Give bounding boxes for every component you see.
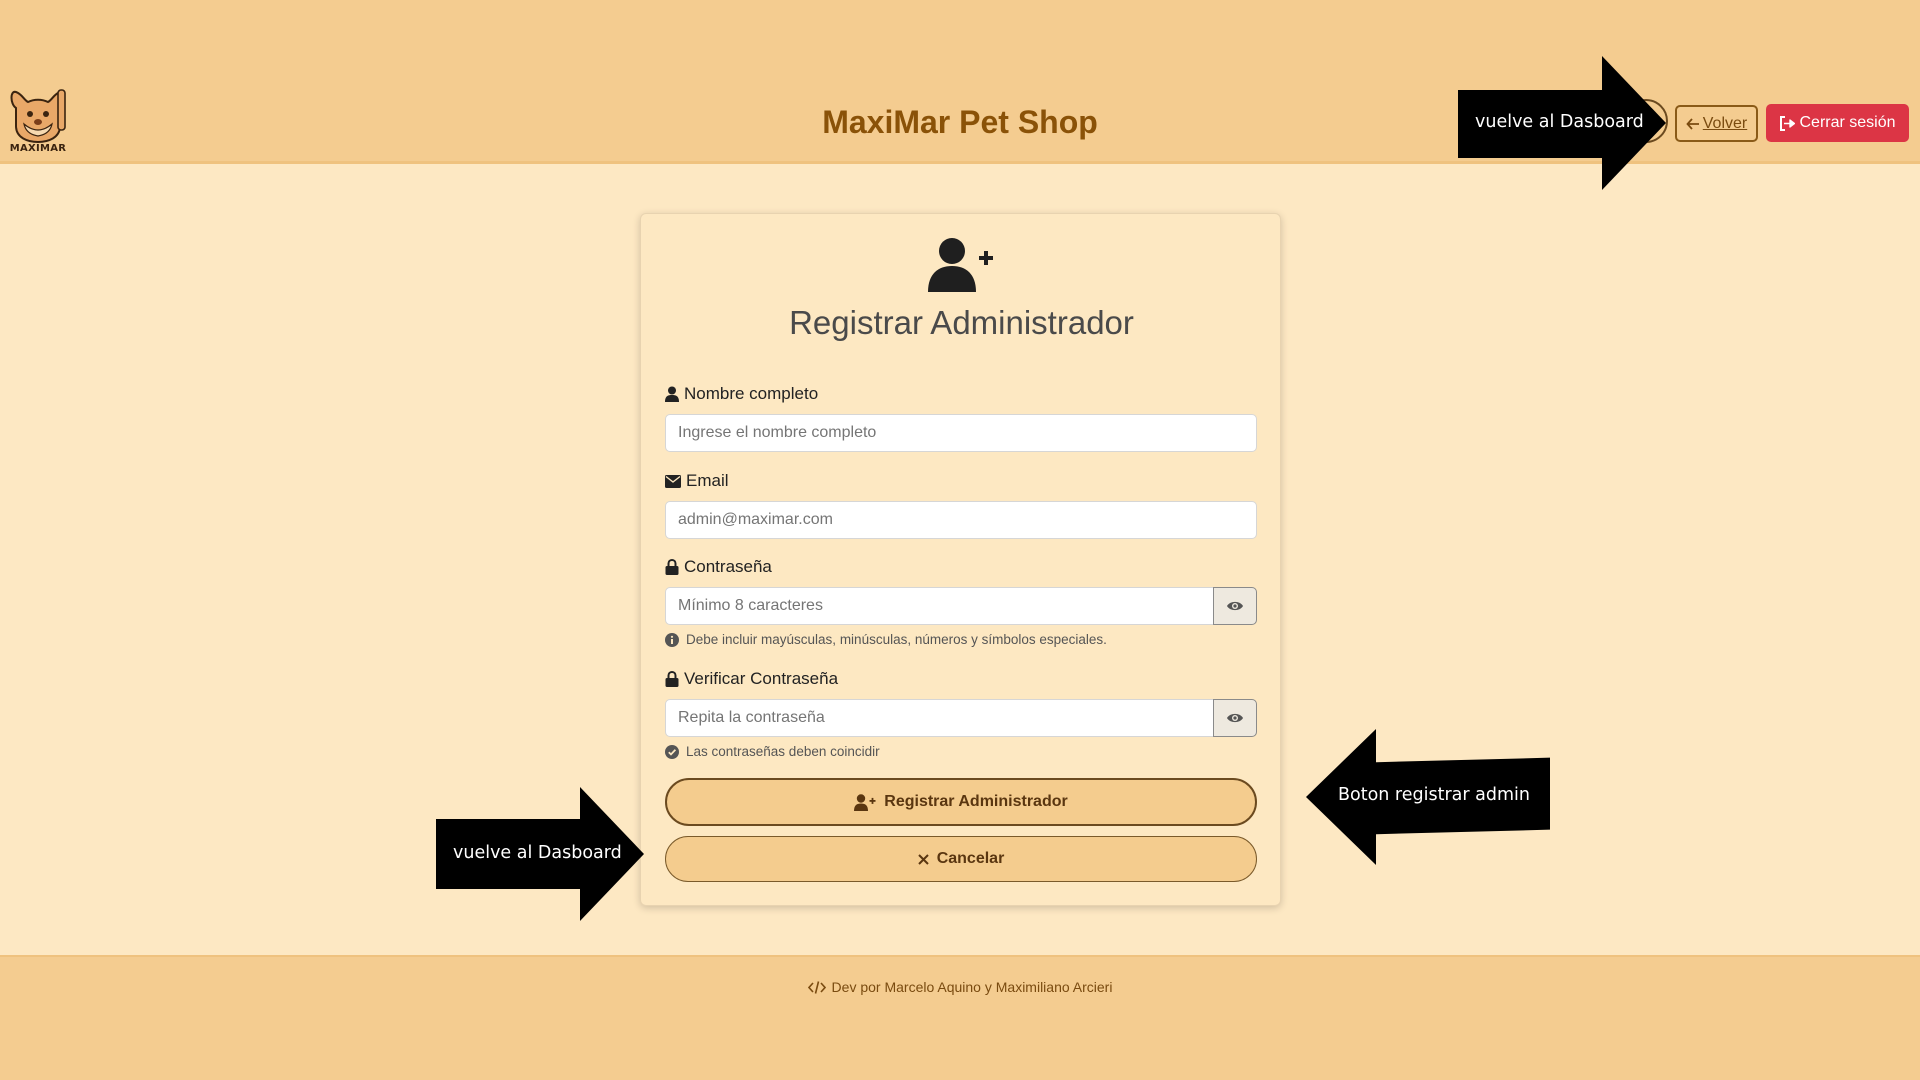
email-label-text: Email: [686, 471, 729, 490]
logout-button[interactable]: Cerrar sesión: [1766, 104, 1909, 142]
annotation-volver-text: vuelve al Dasboard: [1475, 112, 1644, 132]
toggle-password-button[interactable]: [1213, 587, 1257, 625]
lock-icon: [665, 559, 679, 575]
eye-icon: [1227, 713, 1243, 723]
cancel-button[interactable]: Cancelar: [665, 836, 1257, 882]
user-plus-icon: [928, 236, 996, 292]
footer-credits: Dev por Marcelo Aquino y Maximiliano Arc…: [0, 979, 1920, 995]
info-icon: [665, 632, 679, 647]
annotation-cancel-text: vuelve al Dasboard: [453, 843, 622, 863]
form-title: Registrar Administrador: [789, 304, 1134, 341]
volver-label: Volver: [1702, 114, 1748, 132]
cancel-label: Cancelar: [936, 850, 1005, 867]
register-admin-button[interactable]: Registrar Administrador: [665, 778, 1257, 826]
volver-button[interactable]: Volver: [1675, 105, 1758, 142]
register-admin-card: Registrar Administrador Nombre completo …: [640, 213, 1281, 906]
verify-password-input[interactable]: [665, 699, 1214, 737]
eye-icon: [1227, 601, 1243, 611]
envelope-icon: [665, 474, 681, 488]
email-label: Email: [665, 471, 729, 491]
password-label-text: Contraseña: [684, 557, 772, 576]
verify-label: Verificar Contraseña: [665, 669, 838, 689]
annotation-submit-text: Boton registrar admin: [1338, 785, 1530, 805]
logo-text: MAXIMAR: [9, 143, 67, 154]
sign-out-icon: [1780, 115, 1796, 131]
verify-label-text: Verificar Contraseña: [684, 669, 839, 688]
verify-hint: Las contraseñas deben coincidir: [665, 744, 880, 759]
email-input[interactable]: [665, 501, 1257, 539]
lock-icon: [665, 671, 679, 687]
arrow-left-icon: [1686, 117, 1699, 130]
times-icon: [917, 853, 929, 865]
verify-hint-text: Las contraseñas deben coincidir: [686, 744, 880, 759]
footer: Dev por Marcelo Aquino y Maximiliano Arc…: [0, 955, 1920, 1080]
footer-text: Dev por Marcelo Aquino y Maximiliano Arc…: [831, 979, 1113, 995]
password-hint-text: Debe incluir mayúsculas, minúsculas, núm…: [686, 632, 1107, 647]
logout-label: Cerrar sesión: [1799, 114, 1896, 131]
password-input[interactable]: [665, 587, 1214, 625]
annotation-volver: vuelve al Dasboard: [1458, 56, 1668, 190]
annotation-submit: Boton registrar admin: [1306, 729, 1550, 865]
user-icon: [665, 386, 679, 402]
password-hint: Debe incluir mayúsculas, minúsculas, núm…: [665, 632, 1107, 647]
name-label: Nombre completo: [665, 384, 818, 404]
register-admin-label: Registrar Administrador: [884, 793, 1068, 810]
check-circle-icon: [665, 744, 679, 759]
password-label: Contraseña: [665, 557, 772, 577]
annotation-cancel: vuelve al Dasboard: [436, 787, 646, 921]
user-plus-icon: [854, 793, 876, 811]
name-input[interactable]: [665, 414, 1257, 452]
toggle-verify-password-button[interactable]: [1213, 699, 1257, 737]
name-label-text: Nombre completo: [684, 384, 819, 403]
code-icon: [807, 980, 826, 994]
